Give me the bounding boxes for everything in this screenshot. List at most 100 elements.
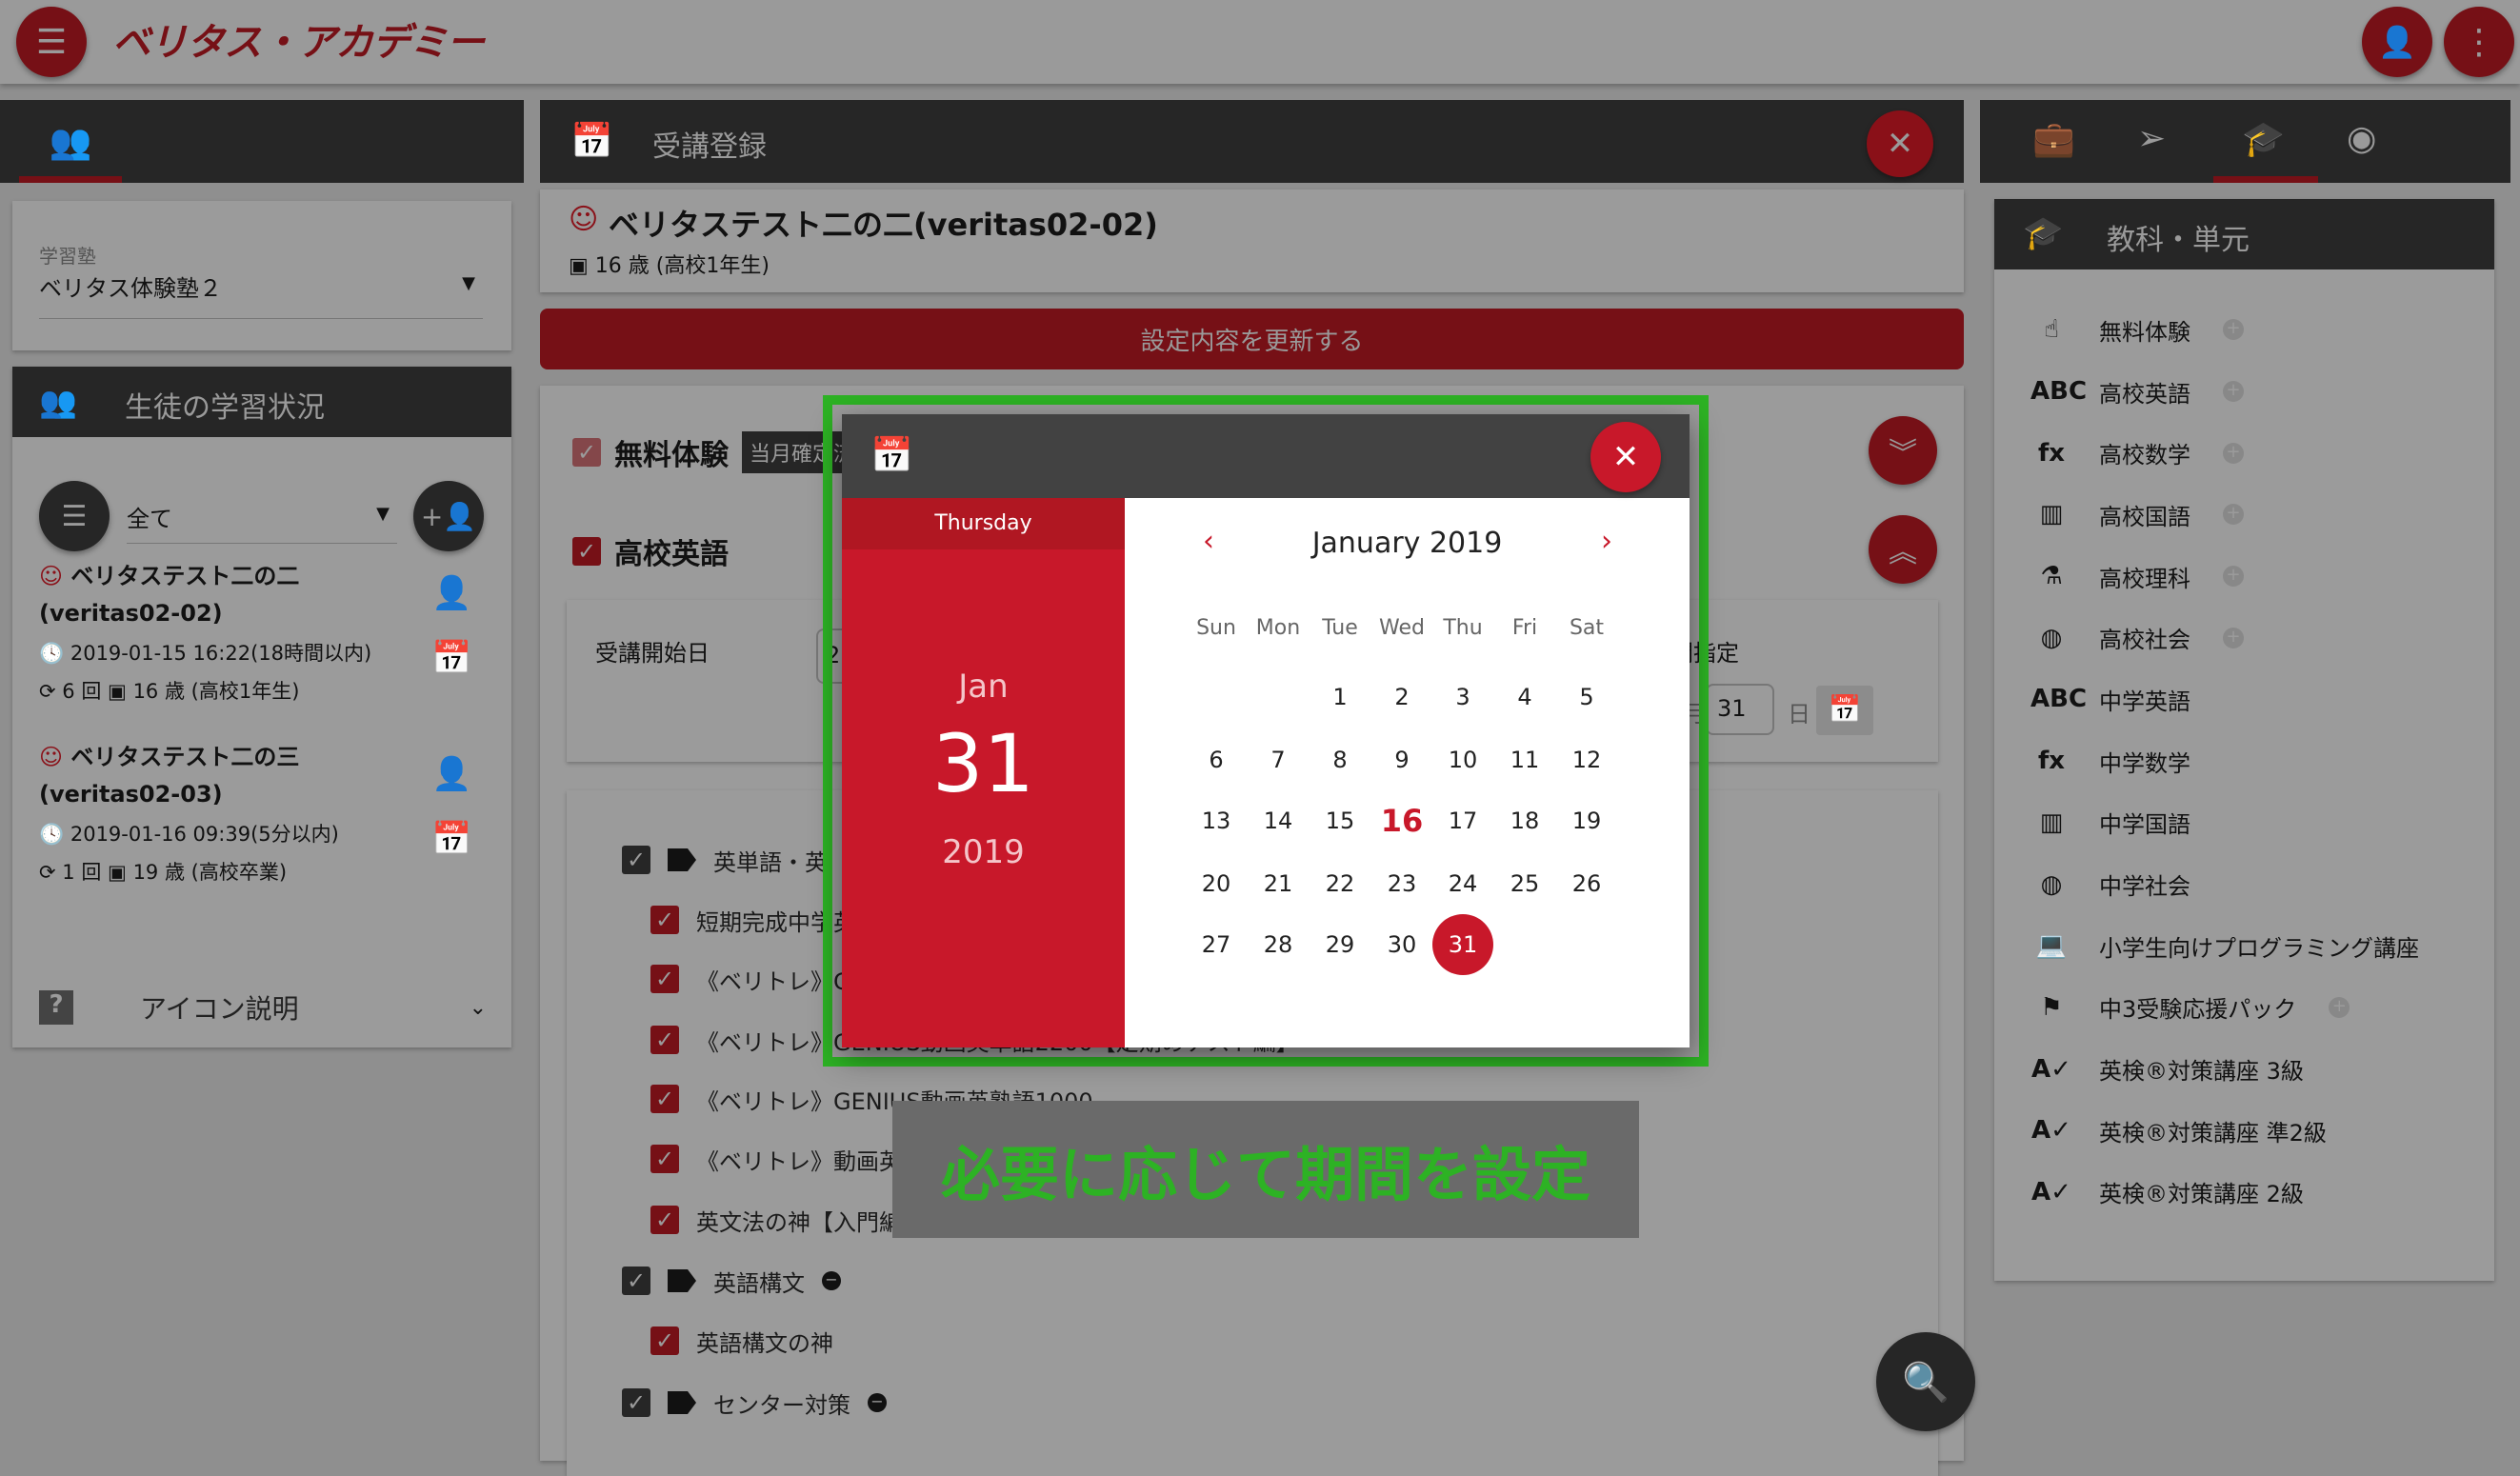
subject-item[interactable]: ABC 高校英語 + bbox=[1994, 361, 2494, 423]
checkbox-high-school-english[interactable]: ✓ bbox=[572, 537, 601, 566]
expand-button[interactable]: ︾ bbox=[1869, 416, 1937, 485]
calendar-day[interactable]: 10 bbox=[1432, 729, 1493, 790]
checkbox[interactable]: ✓ bbox=[650, 1085, 679, 1113]
add-circle-icon[interactable]: + bbox=[2223, 627, 2244, 648]
checkbox[interactable]: ✓ bbox=[650, 1206, 679, 1234]
subject-item[interactable]: ▥ 中学国語 bbox=[1994, 792, 2494, 854]
account-button[interactable]: 👤 bbox=[2362, 7, 2432, 77]
calendar-day[interactable]: 7 bbox=[1248, 729, 1309, 790]
tab-podcast[interactable]: ◉ bbox=[2347, 119, 2376, 158]
calendar-day[interactable]: 30 bbox=[1371, 914, 1432, 975]
calendar-day[interactable]: 9 bbox=[1371, 729, 1432, 790]
tab-students[interactable]: 👥 bbox=[19, 100, 122, 183]
filter-select[interactable]: 全て ▼ bbox=[127, 490, 397, 544]
subject-item[interactable]: ☝ 無料体験 + bbox=[1994, 299, 2494, 361]
collapse-button[interactable]: ︽ bbox=[1869, 515, 1937, 584]
list-button[interactable]: ☰ bbox=[39, 481, 110, 551]
subject-item[interactable]: fx 中学数学 bbox=[1994, 730, 2494, 792]
calendar-day[interactable]: 29 bbox=[1310, 914, 1370, 975]
subject-item[interactable]: ▥ 高校国語 + bbox=[1994, 484, 2494, 546]
tab-subjects[interactable]: 🎓 bbox=[2242, 119, 2285, 159]
add-student-button[interactable]: +👤 bbox=[413, 481, 484, 551]
calendar-day[interactable]: 2 bbox=[1371, 667, 1432, 728]
checkbox[interactable]: ✓ bbox=[622, 846, 650, 874]
subject-item[interactable]: ABC 中学英語 bbox=[1994, 668, 2494, 730]
subject-item[interactable]: ◍ 高校社会 + bbox=[1994, 607, 2494, 668]
add-circle-icon[interactable]: + bbox=[2223, 442, 2244, 464]
remove-icon[interactable]: − bbox=[868, 1393, 887, 1412]
calendar-day[interactable]: 23 bbox=[1371, 853, 1432, 914]
calendar-day[interactable]: 22 bbox=[1310, 853, 1370, 914]
close-date-picker-button[interactable]: ✕ bbox=[1590, 422, 1661, 492]
calendar-day[interactable]: 26 bbox=[1556, 853, 1617, 914]
more-button[interactable]: ⋮ bbox=[2444, 7, 2514, 77]
calendar-day[interactable]: 16 bbox=[1371, 790, 1432, 851]
calendar-day[interactable]: 3 bbox=[1432, 667, 1493, 728]
end-day-input[interactable]: 31 bbox=[1706, 684, 1774, 735]
checkbox[interactable]: ✓ bbox=[622, 1388, 650, 1417]
open-calendar-button[interactable]: 📅 bbox=[1816, 686, 1873, 735]
update-settings-button[interactable]: 設定内容を更新する bbox=[540, 309, 1964, 369]
calendar-day[interactable]: 13 bbox=[1186, 790, 1247, 851]
student-list-item[interactable]: ☺ ベリタステスト二の三 (veritas02-03) 🕓 2019-01-16… bbox=[39, 738, 487, 909]
checkbox[interactable]: ✓ bbox=[650, 906, 679, 934]
add-circle-icon[interactable]: + bbox=[2223, 381, 2244, 403]
remove-icon[interactable]: − bbox=[822, 1271, 841, 1290]
checkbox[interactable]: ✓ bbox=[650, 1326, 679, 1355]
tab-briefcase[interactable]: 💼 bbox=[2032, 119, 2075, 159]
student-list-item[interactable]: ☺ ベリタステスト二の二 (veritas02-02) 🕓 2019-01-15… bbox=[39, 557, 487, 728]
calendar-day[interactable]: 25 bbox=[1494, 853, 1555, 914]
calendar-day[interactable]: 20 bbox=[1186, 853, 1247, 914]
calendar-icon[interactable]: 📅 bbox=[431, 820, 471, 858]
subject-item[interactable]: fx 高校数学 + bbox=[1994, 422, 2494, 484]
checkbox[interactable]: ✓ bbox=[650, 965, 679, 993]
checkbox[interactable]: ✓ bbox=[650, 1145, 679, 1173]
calendar-day[interactable]: 31 bbox=[1432, 914, 1493, 975]
calendar-day[interactable]: 14 bbox=[1248, 790, 1309, 851]
subject-item[interactable]: A✓ 英検®対策講座 準2級 bbox=[1994, 1100, 2494, 1162]
subject-item[interactable]: A✓ 英検®対策講座 2級 bbox=[1994, 1162, 2494, 1224]
profile-icon[interactable]: 👤 bbox=[431, 755, 471, 793]
calendar-day[interactable]: 19 bbox=[1556, 790, 1617, 851]
checkbox[interactable]: ✓ bbox=[622, 1267, 650, 1295]
icon-help-toggle[interactable]: ? アイコン説明 ⌄ bbox=[39, 984, 487, 1031]
calendar-day[interactable]: 24 bbox=[1432, 853, 1493, 914]
subject-item[interactable]: A✓ 英検®対策講座 3級 bbox=[1994, 1038, 2494, 1100]
calendar-day[interactable]: 15 bbox=[1310, 790, 1370, 851]
subject-item[interactable]: ⚑ 中3受験応援パック + bbox=[1994, 977, 2494, 1039]
school-select[interactable]: ベリタス体験塾２ ▼ bbox=[39, 269, 483, 319]
subject-name: 英検®対策講座 3級 bbox=[2099, 1058, 2304, 1086]
add-circle-icon[interactable]: + bbox=[2329, 996, 2350, 1018]
calendar-day[interactable]: 11 bbox=[1494, 729, 1555, 790]
calendar-day[interactable]: 8 bbox=[1310, 729, 1370, 790]
calendar-day[interactable]: 1 bbox=[1310, 667, 1370, 728]
subject-name: 英検®対策講座 準2級 bbox=[2099, 1119, 2327, 1147]
add-circle-icon[interactable]: + bbox=[2223, 504, 2244, 526]
tab-send[interactable]: ➢ bbox=[2137, 119, 2166, 158]
subject-item[interactable]: ⚗ 高校理科 + bbox=[1994, 546, 2494, 608]
checkbox-free-trial[interactable]: ✓ bbox=[572, 438, 601, 467]
subject-item[interactable]: ◍ 中学社会 bbox=[1994, 853, 2494, 915]
label-tag-icon bbox=[668, 1269, 696, 1292]
logo: ベリタス・アカデミー bbox=[112, 21, 485, 65]
calendar-day[interactable]: 21 bbox=[1248, 853, 1309, 914]
calendar-day[interactable]: 27 bbox=[1186, 914, 1247, 975]
close-icon: ✕ bbox=[1886, 125, 1914, 163]
search-button[interactable]: 🔍 bbox=[1876, 1332, 1975, 1431]
calendar-day[interactable]: 18 bbox=[1494, 790, 1555, 851]
calendar-icon[interactable]: 📅 bbox=[431, 639, 471, 677]
profile-icon[interactable]: 👤 bbox=[431, 574, 471, 612]
calendar-day[interactable]: 12 bbox=[1556, 729, 1617, 790]
calendar-day[interactable]: 28 bbox=[1248, 914, 1309, 975]
subject-item[interactable]: 💻 小学生向けプログラミング講座 bbox=[1994, 915, 2494, 977]
add-circle-icon[interactable]: + bbox=[2223, 566, 2244, 588]
calendar-day[interactable]: 6 bbox=[1186, 729, 1247, 790]
checkbox[interactable]: ✓ bbox=[650, 1026, 679, 1054]
next-month-icon[interactable]: › bbox=[1601, 525, 1612, 558]
calendar-day[interactable]: 4 bbox=[1494, 667, 1555, 728]
add-circle-icon[interactable]: + bbox=[2223, 319, 2244, 341]
close-enrollment-button[interactable]: ✕ bbox=[1867, 110, 1933, 177]
calendar-day[interactable]: 17 bbox=[1432, 790, 1493, 851]
menu-button[interactable]: ☰ bbox=[16, 7, 87, 77]
calendar-day[interactable]: 5 bbox=[1556, 667, 1617, 728]
